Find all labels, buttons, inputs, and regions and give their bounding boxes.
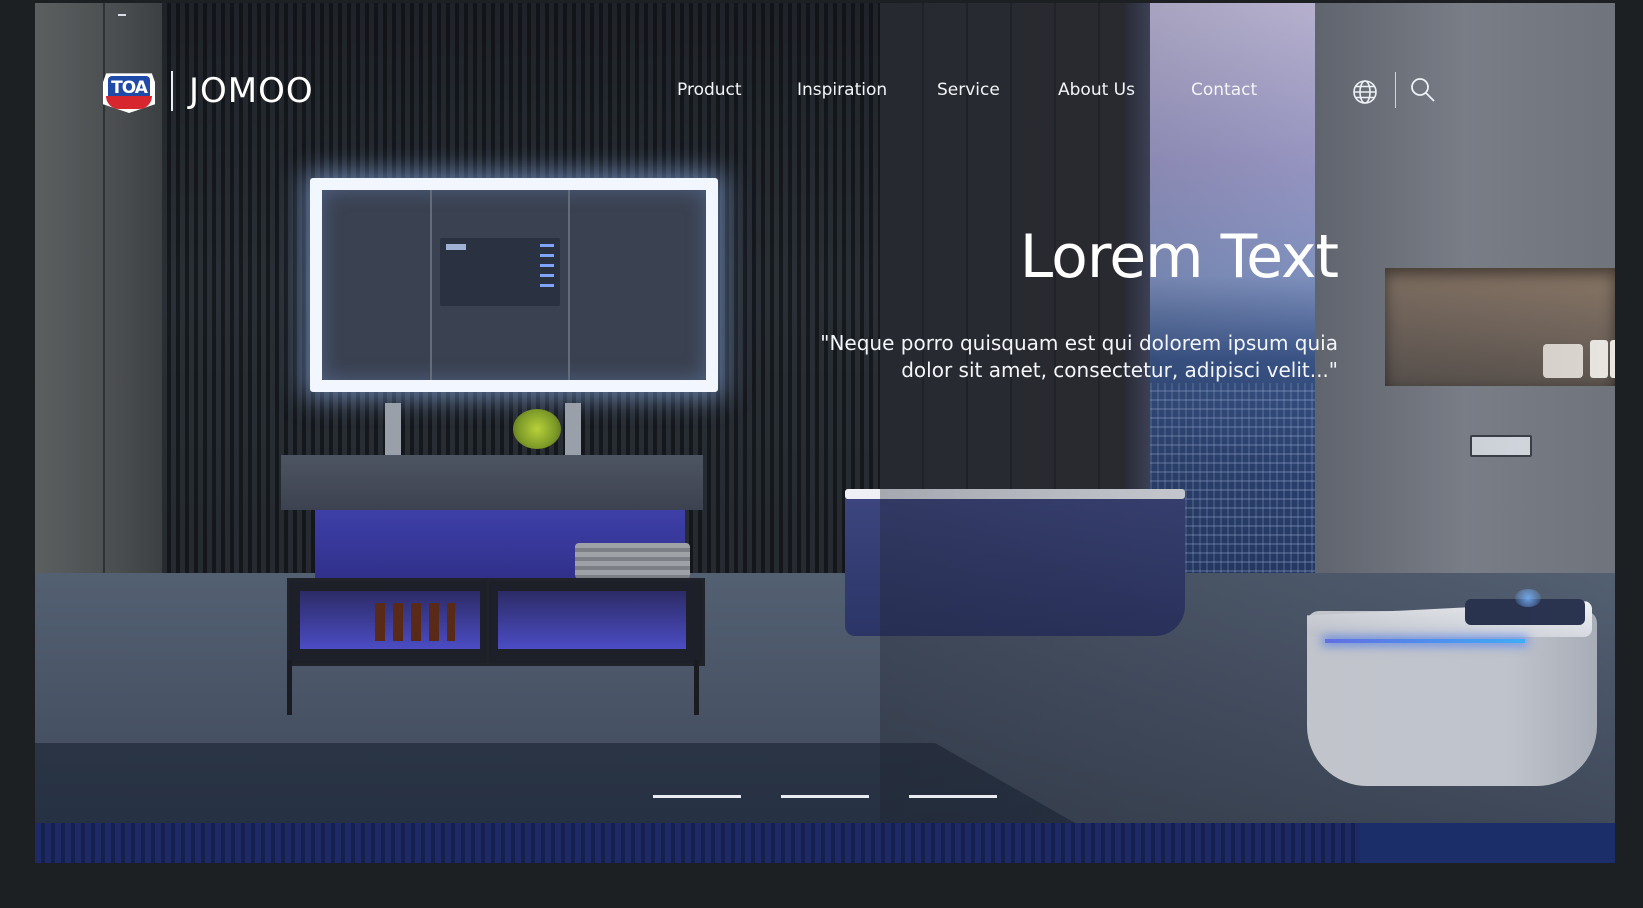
brand-wordmark: JOMOO — [189, 71, 314, 111]
scene-vanity-leg — [694, 660, 699, 715]
next-section-preview — [35, 823, 1615, 863]
header-icon-divider — [1395, 72, 1396, 108]
window-handle — [118, 14, 126, 16]
scene-overlay — [880, 3, 1615, 863]
nav-item-contact[interactable]: Contact — [1191, 80, 1257, 100]
nav-item-inspiration[interactable]: Inspiration — [797, 80, 887, 100]
hero-subtitle: "Neque porro quisquam est qui dolorem ip… — [778, 330, 1338, 384]
scene-vanity-leg — [287, 660, 292, 715]
search-icon — [1409, 76, 1437, 109]
hero-banner — [35, 3, 1615, 863]
search-button[interactable] — [1409, 76, 1437, 109]
badge-text: TOA — [111, 78, 148, 98]
scene-vanity-top — [281, 455, 703, 510]
scene-faucet — [385, 403, 401, 455]
nav-item-about-us[interactable]: About Us — [1058, 80, 1135, 100]
carousel-dot-3[interactable] — [909, 795, 997, 798]
globe-icon — [1352, 79, 1378, 110]
scene-faucet — [565, 403, 581, 455]
nav-item-service[interactable]: Service — [937, 80, 1000, 100]
scene-led-mirror — [310, 178, 718, 392]
carousel-dot-2[interactable] — [781, 795, 869, 798]
scene-plant — [513, 409, 561, 449]
scene-vanity-frame — [287, 578, 705, 666]
toa-badge-icon: TOA — [103, 69, 155, 113]
hero-subtitle-line-1: "Neque porro quisquam est qui dolorem ip… — [820, 331, 1338, 355]
language-button[interactable] — [1351, 79, 1379, 110]
carousel-dot-1[interactable] — [653, 795, 741, 798]
brand-logo[interactable]: TOA JOMOO — [103, 68, 314, 114]
logo-divider — [171, 71, 173, 111]
nav-item-product[interactable]: Product — [677, 80, 742, 100]
hero-title: Lorem Text — [1019, 222, 1339, 292]
scene-towels — [575, 543, 690, 579]
hero-subtitle-line-2: dolor sit amet, consectetur, adipisci ve… — [901, 358, 1338, 382]
scene-bottles — [375, 603, 455, 641]
